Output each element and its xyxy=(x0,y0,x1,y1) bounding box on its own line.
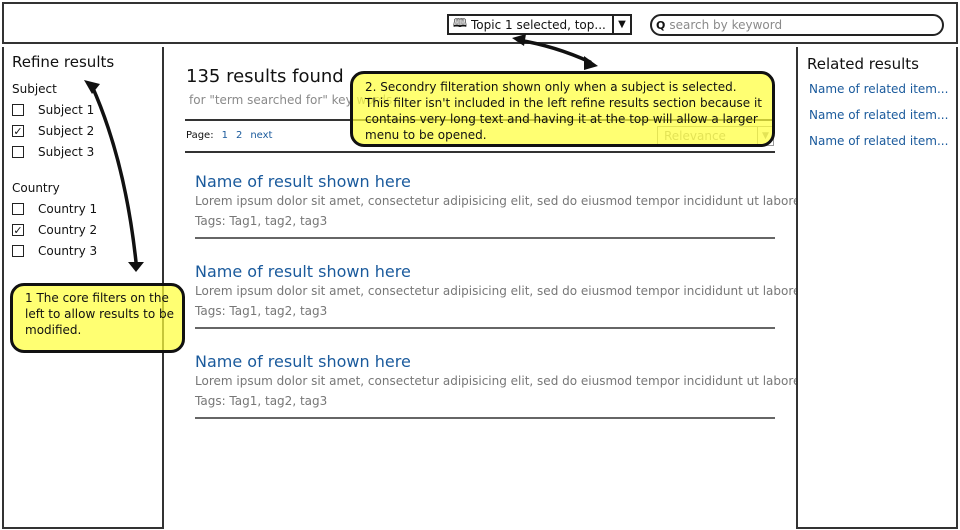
checkbox-label: Country 1 xyxy=(38,202,98,216)
search-box[interactable]: Q xyxy=(650,14,944,36)
result-item: Name of result shown here Lorem ipsum do… xyxy=(195,352,817,419)
divider xyxy=(195,327,775,329)
annotation-note-2: 2. Secondry filteration shown only when … xyxy=(350,71,775,147)
related-item-link[interactable]: Name of related item... xyxy=(809,134,948,148)
related-item-link[interactable]: Name of related item... xyxy=(809,108,948,122)
filter-group-country: Country xyxy=(12,181,60,195)
annotation-note-1: 1 The core filters on the left to allow … xyxy=(10,283,185,353)
checkbox-label: Subject 3 xyxy=(38,145,95,159)
divider xyxy=(195,417,775,419)
topic-select[interactable]: 🕮 Topic 1 selected, top... ▼ xyxy=(447,14,632,35)
checkbox-checked[interactable]: ✓ xyxy=(12,125,24,137)
divider xyxy=(195,237,775,239)
search-input[interactable] xyxy=(669,18,910,32)
checkbox-unchecked[interactable] xyxy=(12,203,24,215)
filter-subject-1[interactable]: Subject 1 xyxy=(12,103,94,117)
pager-label: Page: xyxy=(186,130,214,141)
result-title-link[interactable]: Name of result shown here xyxy=(195,172,775,191)
next-page-link[interactable]: next xyxy=(250,130,272,141)
checkbox-label: Subject 2 xyxy=(38,124,95,138)
related-title: Related results xyxy=(807,55,919,73)
checkbox-label: Country 3 xyxy=(38,244,98,258)
filter-country-1[interactable]: Country 1 xyxy=(12,202,97,216)
results-count-title: 135 results found xyxy=(186,66,344,87)
sidebar-title: Refine results xyxy=(12,53,115,71)
search-icon: Q xyxy=(656,18,666,32)
filter-group-subject: Subject xyxy=(12,82,57,96)
result-title-link[interactable]: Name of result shown here xyxy=(195,352,775,371)
page-link-1[interactable]: 1 xyxy=(222,130,228,141)
chevron-down-icon[interactable]: ▼ xyxy=(612,16,630,33)
filter-country-3[interactable]: Country 3 xyxy=(12,244,97,258)
checkbox-checked[interactable]: ✓ xyxy=(12,224,24,236)
filter-subject-3[interactable]: Subject 3 xyxy=(12,145,94,159)
arrowhead-icon xyxy=(584,56,598,70)
checkbox-unchecked[interactable] xyxy=(12,146,24,158)
filter-subject-2[interactable]: ✓ Subject 2 xyxy=(12,124,94,138)
result-description: Lorem ipsum dolor sit amet, consectetur … xyxy=(195,374,817,388)
result-title-link[interactable]: Name of result shown here xyxy=(195,262,775,281)
checkbox-label: Country 2 xyxy=(38,223,98,237)
result-tags: Tags: Tag1, tag2, tag3 xyxy=(195,304,328,318)
result-description: Lorem ipsum dolor sit amet, consectetur … xyxy=(195,284,817,298)
related-results-panel: Related results Name of related item... … xyxy=(796,47,958,529)
checkbox-unchecked[interactable] xyxy=(12,245,24,257)
result-tags: Tags: Tag1, tag2, tag3 xyxy=(195,214,328,228)
book-icon: 🕮 xyxy=(452,16,468,30)
result-description: Lorem ipsum dolor sit amet, consectetur … xyxy=(195,194,817,208)
checkbox-unchecked[interactable] xyxy=(12,104,24,116)
topic-select-value: Topic 1 selected, top... xyxy=(471,17,606,32)
page-link-2[interactable]: 2 xyxy=(236,130,242,141)
checkbox-label: Subject 1 xyxy=(38,103,95,117)
result-item: Name of result shown here Lorem ipsum do… xyxy=(195,262,817,329)
result-tags: Tags: Tag1, tag2, tag3 xyxy=(195,394,328,408)
pagination: Page: 1 2 next xyxy=(186,130,272,141)
divider xyxy=(185,151,775,153)
filter-country-2[interactable]: ✓ Country 2 xyxy=(12,223,97,237)
result-item: Name of result shown here Lorem ipsum do… xyxy=(195,172,817,239)
related-item-link[interactable]: Name of related item... xyxy=(809,82,948,96)
